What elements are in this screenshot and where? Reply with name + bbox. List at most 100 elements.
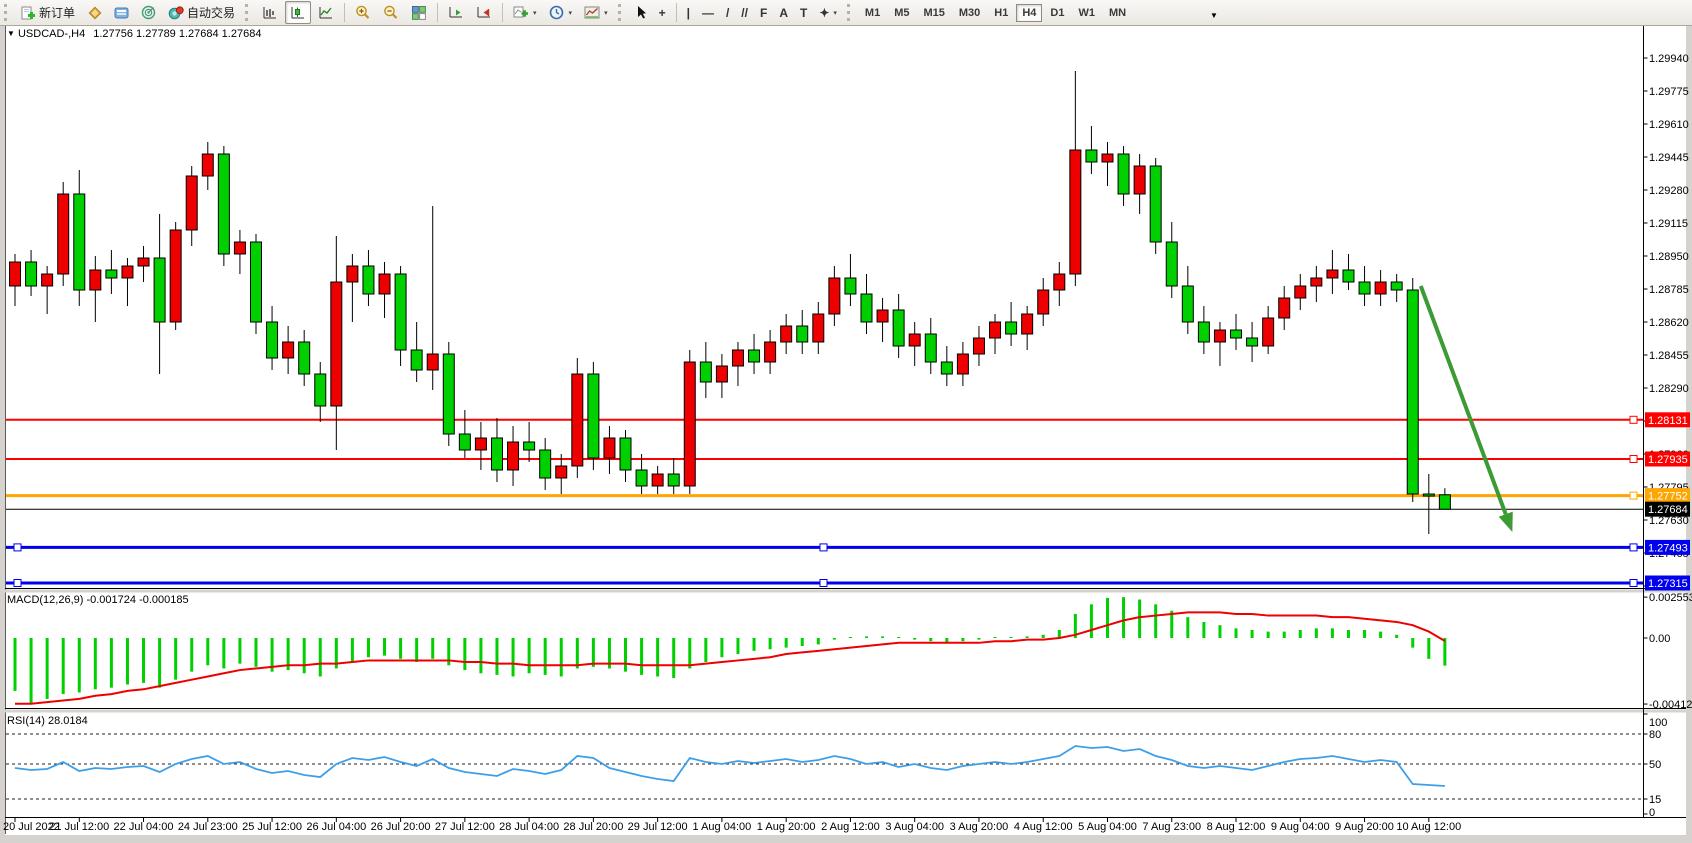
selection-handle[interactable]	[820, 544, 827, 551]
selection-handle[interactable]	[820, 580, 827, 587]
axis-label: 24 Jul 23:00	[178, 821, 238, 833]
timeframe-button-H4[interactable]: H4	[1016, 4, 1042, 22]
templates-button[interactable]: ▾	[579, 1, 613, 24]
axis-label: 1.28455	[1649, 350, 1689, 362]
chart-canvas[interactable]: 1.299401.297751.296101.294451.292801.291…	[0, 0, 1692, 843]
tile-windows-button[interactable]	[406, 1, 432, 24]
chevron-down-icon[interactable]: ▾	[604, 9, 608, 17]
toolbar-overflow-arrow[interactable]: ▼	[1210, 11, 1218, 20]
timeframe-button-M1[interactable]: M1	[859, 4, 886, 22]
candle-body	[299, 342, 310, 374]
horizontal-line-tool-button[interactable]: —	[697, 1, 719, 24]
chart-line-button[interactable]	[313, 1, 339, 24]
candle-body	[42, 274, 53, 286]
toolbar-grip[interactable]	[245, 4, 250, 21]
candle-body	[186, 176, 197, 230]
pane-splitter[interactable]	[5, 590, 1686, 593]
chart-window-background	[5, 25, 1686, 835]
line-anchor-handle[interactable]	[1630, 456, 1637, 463]
toolbar-separator	[502, 3, 503, 22]
selection-handle[interactable]	[14, 580, 21, 587]
candle-body	[732, 350, 743, 366]
timeframe-button-W1[interactable]: W1	[1072, 4, 1101, 22]
strategy-tester-button[interactable]	[136, 1, 161, 24]
chevron-down-icon[interactable]: ▾	[833, 9, 837, 17]
trendline-tool-button[interactable]: /	[721, 1, 734, 24]
candle-body	[652, 474, 663, 486]
candle-body	[781, 326, 792, 342]
timeframe-button-H1[interactable]: H1	[988, 4, 1014, 22]
axis-label: 2 Aug 12:00	[821, 821, 880, 833]
template-icon	[584, 5, 600, 20]
timeframe-button-M15[interactable]: M15	[917, 4, 950, 22]
cursor-tool-button[interactable]	[630, 1, 652, 24]
new-order-button[interactable]: 新订单	[16, 1, 80, 24]
market-watch-button[interactable]	[82, 1, 107, 24]
indicators-button[interactable]: ▾	[508, 1, 542, 24]
candle-body	[1054, 274, 1065, 290]
timeframe-button-M5[interactable]: M5	[888, 4, 915, 22]
toolbar-grip[interactable]	[4, 4, 9, 21]
candle-body	[620, 438, 631, 470]
candle-body	[1263, 318, 1274, 346]
chart-shift-button[interactable]	[471, 1, 497, 24]
zoom-in-icon	[355, 5, 371, 20]
toolbar-grip[interactable]	[847, 4, 852, 21]
zoom-in-button[interactable]	[350, 1, 376, 24]
terminal-button[interactable]	[109, 1, 134, 24]
periods-button[interactable]: ▾	[544, 1, 578, 24]
axis-label: 1 Aug 04:00	[693, 821, 752, 833]
text-tool-button[interactable]: A	[774, 1, 793, 24]
line-anchor-handle[interactable]	[1630, 580, 1637, 587]
candle-body	[250, 242, 261, 322]
timeframe-button-D1[interactable]: D1	[1044, 4, 1070, 22]
axis-label: 22 Jul 04:00	[114, 821, 174, 833]
line-anchor-handle[interactable]	[1630, 492, 1637, 499]
axis-label: 1.27752	[1648, 491, 1688, 503]
candle-body	[443, 354, 454, 434]
axis-label: 3 Aug 04:00	[885, 821, 944, 833]
candlestick-chart-icon	[290, 5, 306, 20]
candle-body	[1279, 298, 1290, 318]
vertical-line-tool-button[interactable]: |	[682, 1, 695, 24]
line-anchor-handle[interactable]	[1630, 544, 1637, 551]
axis-label: 7 Aug 23:00	[1142, 821, 1201, 833]
axis-label: 25 Jul 12:00	[242, 821, 302, 833]
candle-body	[797, 326, 808, 342]
shapes-tool-button[interactable]: ✦▾	[814, 1, 842, 24]
candle-body	[1102, 154, 1113, 162]
timeframe-button-M30[interactable]: M30	[953, 4, 986, 22]
line-anchor-handle[interactable]	[1630, 416, 1637, 423]
chevron-down-icon[interactable]: ▾	[533, 9, 537, 17]
candle-body	[765, 342, 776, 362]
candle-body	[893, 310, 904, 346]
autotrading-button[interactable]: 自动交易	[163, 1, 240, 24]
axis-label: 1.29280	[1649, 185, 1689, 197]
fibonacci-tool-button[interactable]: F	[755, 1, 772, 24]
selection-handle[interactable]	[14, 544, 21, 551]
candle-body	[58, 194, 69, 274]
new-order-label: 新订单	[39, 4, 75, 21]
symbol-info-bar[interactable]: ▼ USDCAD-,H41.27756 1.27789 1.27684 1.27…	[7, 28, 261, 40]
autoscroll-button[interactable]	[443, 1, 469, 24]
chart-bars-button[interactable]	[257, 1, 283, 24]
axis-label: 1.28785	[1649, 284, 1689, 296]
clock-icon	[549, 5, 565, 20]
axis-label: 1.29115	[1649, 218, 1688, 230]
candle-body	[122, 266, 133, 278]
chart-candles-button[interactable]	[285, 1, 311, 24]
line-chart-icon	[318, 5, 334, 20]
candle-body	[283, 342, 294, 358]
text-label-tool-button[interactable]: T	[795, 1, 812, 24]
channel-tool-button[interactable]: //	[736, 1, 753, 24]
timeframe-button-MN[interactable]: MN	[1103, 4, 1132, 22]
zoom-out-button[interactable]	[378, 1, 404, 24]
toolbar-grip[interactable]	[618, 4, 623, 21]
symbol-dropdown-icon[interactable]: ▼	[7, 29, 15, 38]
chevron-down-icon[interactable]: ▾	[569, 9, 573, 17]
candle-body	[957, 354, 968, 374]
autotrading-label: 自动交易	[187, 4, 235, 21]
crosshair-tool-button[interactable]: +	[654, 1, 671, 24]
candle-body	[10, 262, 21, 286]
pane-splitter[interactable]	[5, 710, 1686, 713]
